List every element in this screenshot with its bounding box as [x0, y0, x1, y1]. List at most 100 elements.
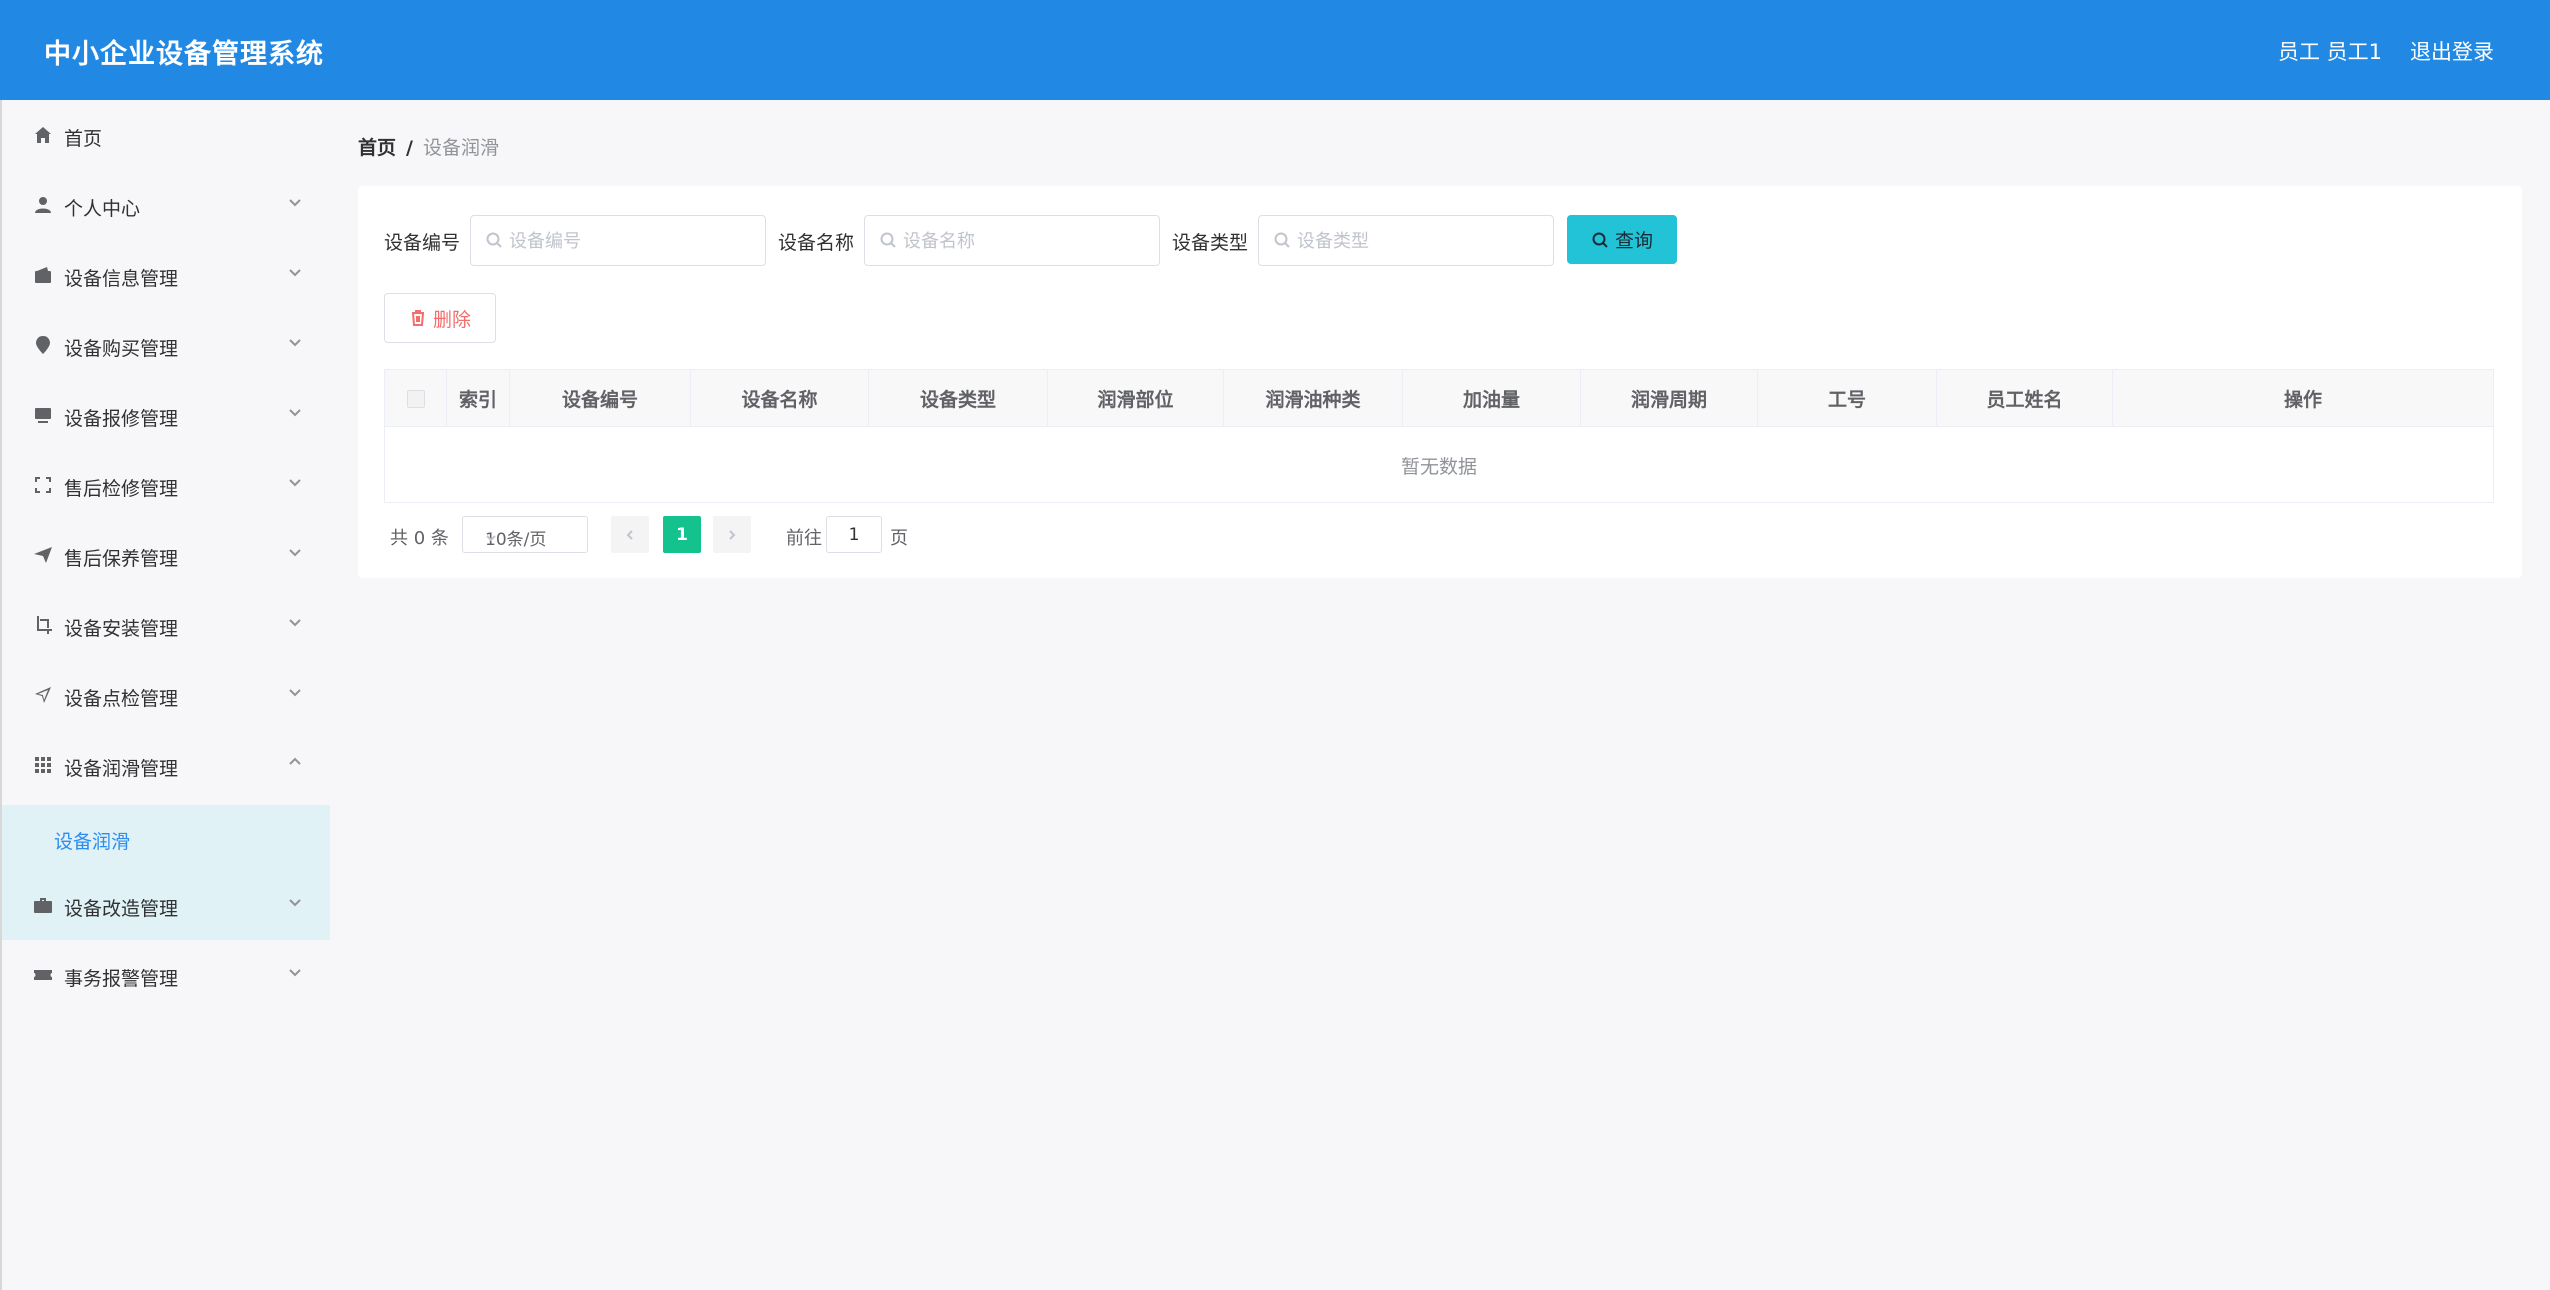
wallet-icon: [32, 264, 54, 286]
sidebar-item-aftersales-maintenance[interactable]: 售后保养管理: [2, 520, 330, 590]
device-code-input[interactable]: [509, 226, 757, 256]
sidebar-item-label: 售后检修管理: [64, 478, 179, 500]
breadcrumb-separator: /: [406, 137, 413, 159]
crop-icon: [32, 614, 54, 636]
column-header: 润滑油种类: [1224, 370, 1403, 427]
app-title: 中小企业设备管理系统: [44, 39, 324, 70]
sidebar-item-label: 设备报修管理: [64, 408, 179, 430]
page-number-current[interactable]: 1: [663, 516, 701, 553]
chevron-down-icon: [288, 472, 304, 488]
sidebar-item-label: 设备改造管理: [64, 898, 179, 920]
chevron-down-icon: [288, 892, 304, 908]
search-icon: [1592, 232, 1608, 248]
full-screen-icon: [32, 474, 54, 496]
breadcrumb: 首页 / 设备润滑: [358, 133, 499, 160]
sidebar-item-device-purchase[interactable]: 设备购买管理: [2, 310, 330, 380]
sidebar-item-label: 个人中心: [64, 198, 141, 220]
column-header: 操作: [2283, 389, 2322, 411]
device-name-field[interactable]: [864, 215, 1160, 266]
send-icon: [32, 544, 54, 566]
chevron-right-icon: [729, 529, 736, 540]
page-size-select[interactable]: 10条/页: [462, 516, 588, 553]
chevron-down-icon: [288, 542, 304, 558]
grid-icon: [32, 754, 54, 776]
empty-table-text: 暂无数据: [1400, 456, 1477, 478]
sidebar-item-label: 首页: [64, 128, 103, 150]
sidebar-item-device-checkpoint[interactable]: 设备点检管理: [2, 660, 330, 730]
sidebar-item-device-lubrication[interactable]: 设备润滑管理: [2, 730, 330, 800]
sidebar-item-label: 设备信息管理: [64, 268, 179, 290]
sidebar-item-label: 事务报警管理: [64, 968, 179, 990]
sidebar-item-label: 设备点检管理: [64, 688, 179, 710]
column-header: 设备编号: [510, 370, 691, 427]
chevron-down-icon: [288, 332, 304, 348]
sidebar: 首页 个人中心 设备信息管理 设备购买管理 设备报修管理 售后检修管理 售后保养…: [0, 100, 330, 1290]
sidebar-item-device-retrofit[interactable]: 设备改造管理: [2, 870, 330, 940]
sidebar-item-label: 设备安装管理: [64, 618, 179, 640]
device-type-input[interactable]: [1297, 226, 1545, 256]
device-name-input[interactable]: [903, 226, 1151, 256]
chevron-down-icon: [288, 962, 304, 978]
logout-button[interactable]: 退出登录: [2410, 36, 2494, 66]
goto-label: 前往: [786, 528, 822, 549]
breadcrumb-current: 设备润滑: [422, 137, 499, 159]
current-user: 员工 员工1: [2277, 40, 2382, 64]
sidebar-item-label: 售后保养管理: [64, 548, 179, 570]
ticket-icon: [32, 964, 54, 986]
monitor-icon: [32, 404, 54, 426]
search-icon: [1273, 231, 1291, 249]
chevron-up-icon: [288, 752, 304, 768]
sidebar-item-aftersales-inspection[interactable]: 售后检修管理: [2, 450, 330, 520]
data-table: 索引 设备编号 设备名称 设备类型 润滑部位 润滑油种类 加油量 润滑周期 工号…: [384, 369, 2494, 503]
location-pin-icon: [32, 334, 54, 356]
table-header: 索引 设备编号 设备名称 设备类型 润滑部位 润滑油种类 加油量 润滑周期 工号…: [385, 370, 2493, 427]
pagination-total: 共 0 条: [390, 528, 449, 549]
next-page-button[interactable]: [713, 516, 751, 553]
delete-button-label: 删除: [432, 308, 471, 331]
navigation-icon: [32, 684, 54, 706]
select-all-cell: [385, 370, 447, 427]
column-header: 设备名称: [691, 370, 869, 427]
trash-icon: [411, 310, 424, 326]
device-code-label: 设备编号: [384, 232, 461, 254]
chevron-down-icon: [288, 612, 304, 628]
sidebar-subitem-label: 设备润滑: [54, 831, 131, 853]
column-header: 润滑周期: [1581, 370, 1758, 427]
sidebar-item-device-repair[interactable]: 设备报修管理: [2, 380, 330, 450]
search-icon: [879, 231, 897, 249]
column-header: 员工姓名: [1937, 370, 2113, 427]
delete-button[interactable]: 删除: [384, 293, 496, 343]
briefcase-icon: [32, 894, 54, 916]
device-name-label: 设备名称: [778, 232, 855, 254]
user-icon: [32, 194, 54, 216]
page-suffix: 页: [890, 528, 908, 549]
chevron-down-icon: [288, 262, 304, 278]
sidebar-item-device-info[interactable]: 设备信息管理: [2, 240, 330, 310]
sidebar-item-alarm-management[interactable]: 事务报警管理: [2, 940, 330, 1010]
chevron-down-icon: [288, 682, 304, 698]
sidebar-item-home[interactable]: 首页: [2, 100, 330, 170]
sidebar-item-personal-center[interactable]: 个人中心: [2, 170, 330, 240]
select-all-checkbox[interactable]: [406, 389, 425, 408]
column-header: 加油量: [1403, 370, 1581, 427]
chevron-left-icon: [626, 529, 633, 540]
top-header: 中小企业设备管理系统 员工 员工1 退出登录: [0, 0, 2550, 100]
device-type-label: 设备类型: [1172, 232, 1249, 254]
sidebar-item-label: 设备润滑管理: [64, 758, 179, 780]
sidebar-item-device-installation[interactable]: 设备安装管理: [2, 590, 330, 660]
home-icon: [32, 124, 54, 146]
query-button-label: 查询: [1614, 230, 1653, 252]
column-header: 设备类型: [869, 370, 1048, 427]
column-header: 润滑部位: [1048, 370, 1224, 427]
breadcrumb-home-link[interactable]: 首页: [358, 137, 396, 159]
prev-page-button[interactable]: [611, 516, 649, 553]
chevron-down-icon: [288, 192, 304, 208]
goto-page-input[interactable]: [826, 516, 882, 553]
device-code-field[interactable]: [470, 215, 766, 266]
device-type-field[interactable]: [1258, 215, 1554, 266]
chevron-down-icon: [485, 529, 497, 542]
query-button[interactable]: 查询: [1567, 215, 1677, 264]
column-header: 索引: [447, 370, 510, 427]
main-card: 设备编号 设备名称 设备类型 查询 删除 索引 设备编号 设备名称 设备类型 润…: [358, 186, 2522, 578]
sidebar-subitem-device-lubrication[interactable]: 设备润滑: [2, 805, 330, 870]
